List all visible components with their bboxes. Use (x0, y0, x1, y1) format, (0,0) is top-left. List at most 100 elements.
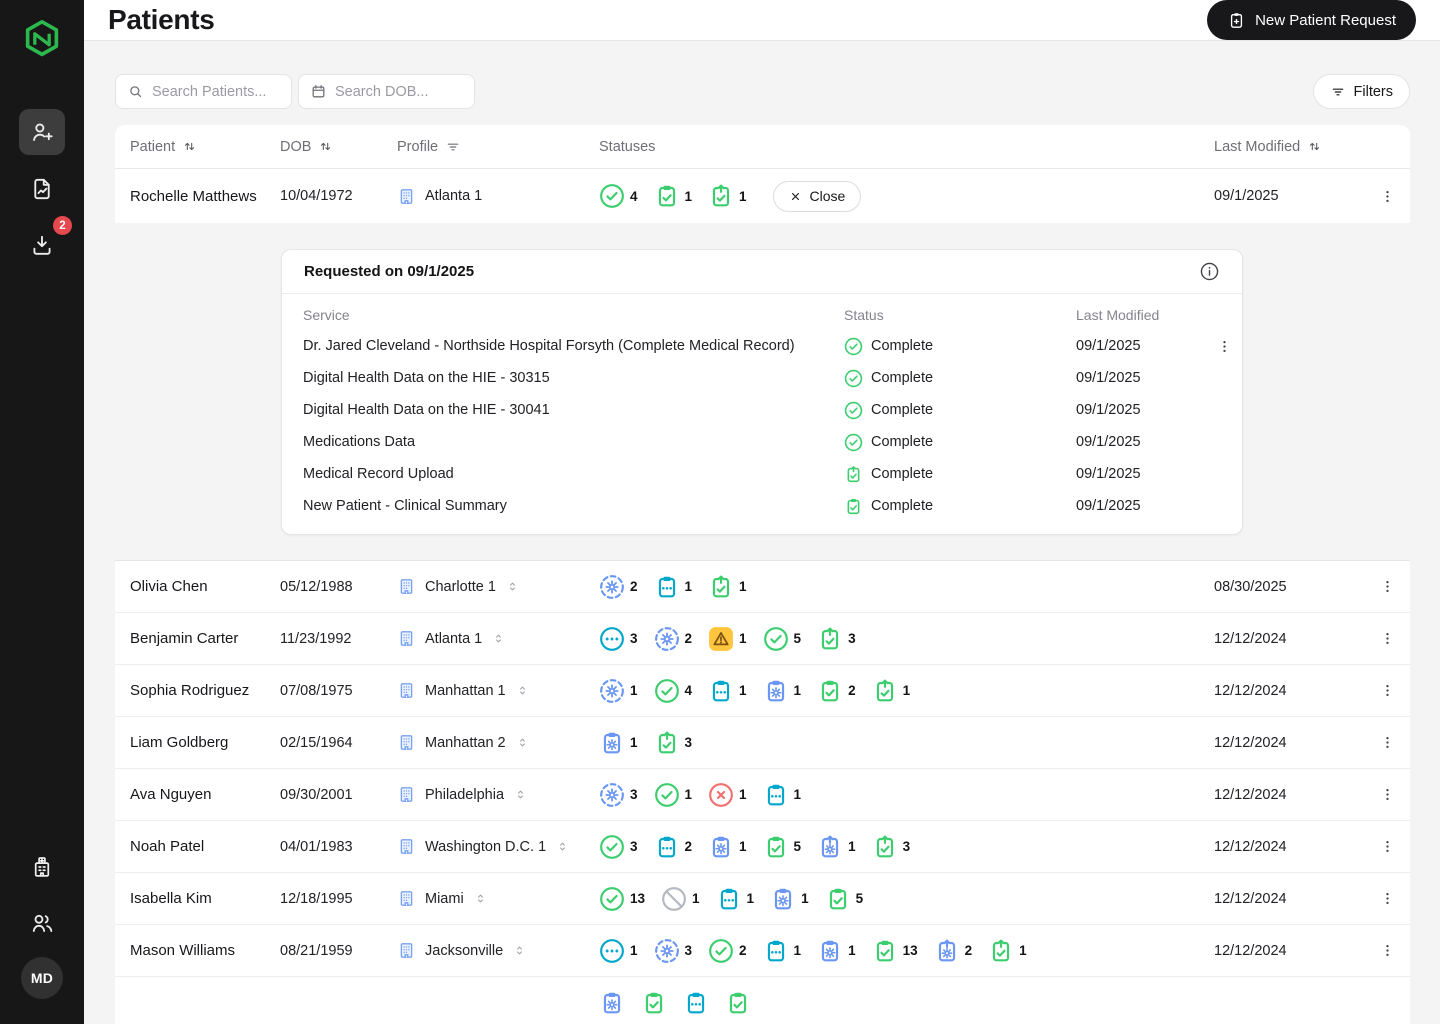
status-clipboard-ellipsis: 1 (708, 678, 747, 704)
clipboard-ellipsis-icon (763, 782, 789, 808)
clipboard-gear-up-icon (817, 834, 843, 860)
status-circle-gear: 2 (654, 626, 693, 652)
patient-name: Isabella Kim (130, 890, 280, 907)
kebab-icon (1379, 578, 1396, 595)
new-patient-request-button[interactable]: New Patient Request (1207, 0, 1416, 40)
user-avatar[interactable]: MD (21, 957, 63, 999)
table-row[interactable]: Isabella Kim12/18/1995Miami13111512/12/2… (115, 873, 1410, 925)
status-count: 5 (794, 839, 802, 854)
patient-dob: 10/04/1972 (280, 188, 397, 204)
table-row[interactable]: Sophia Rodriguez07/08/1975Manhattan 1141… (115, 665, 1410, 717)
row-menu-button[interactable] (1375, 678, 1400, 703)
clipboard-check-icon (725, 990, 751, 1016)
profile-unfold-icon[interactable] (513, 787, 528, 802)
status-circle-check: 4 (654, 678, 693, 704)
last-modified-date: 12/12/2024 (1214, 943, 1364, 959)
status-circle-check: 3 (599, 834, 638, 860)
status-count: 1 (630, 735, 638, 750)
status-count: 1 (685, 787, 693, 802)
sidebar-item-reports[interactable] (19, 166, 65, 212)
search-patients-input[interactable] (152, 84, 280, 100)
sidebar-item-add-patient[interactable] (19, 109, 65, 155)
patient-profile[interactable]: Atlanta 1 (397, 187, 599, 206)
status-circle-check: 4 (599, 183, 638, 209)
close-expanded-button[interactable]: Close (773, 181, 862, 212)
status-count: 3 (848, 631, 856, 646)
row-menu-button[interactable] (1375, 834, 1400, 859)
profile-unfold-icon[interactable] (555, 839, 570, 854)
table-row[interactable]: Olivia Chen05/12/1988Charlotte 121108/30… (115, 561, 1410, 613)
patient-profile[interactable]: Washington D.C. 1 (397, 837, 599, 856)
service-last-modified: 09/1/2025 (1076, 370, 1212, 386)
table-row-partial[interactable] (115, 977, 1410, 1024)
filters-button[interactable]: Filters (1313, 74, 1410, 109)
status-circle-gear: 3 (654, 938, 693, 964)
column-header-profile[interactable]: Profile (397, 139, 599, 155)
patient-name: Mason Williams (130, 942, 280, 959)
info-button[interactable] (1197, 259, 1222, 284)
column-header-last-modified[interactable]: Last Modified (1214, 139, 1364, 155)
patient-profile[interactable]: Miami (397, 889, 599, 908)
service-name: Medications Data (303, 434, 844, 450)
row-menu-button[interactable] (1375, 730, 1400, 755)
clipboard-gear-icon (763, 678, 789, 704)
row-menu-button[interactable] (1375, 626, 1400, 651)
row-menu-button[interactable] (1375, 886, 1400, 911)
services-column-service: Service (303, 307, 844, 323)
warning-icon (708, 626, 734, 652)
profile-unfold-icon[interactable] (473, 891, 488, 906)
status-count: 4 (630, 189, 638, 204)
patient-dob: 11/23/1992 (280, 631, 397, 647)
table-row[interactable]: Ava Nguyen09/30/2001Philadelphia311112/1… (115, 769, 1410, 821)
brand-logo-icon[interactable] (18, 16, 66, 64)
profile-unfold-icon[interactable] (512, 943, 527, 958)
service-row: Digital Health Data on the HIE - 30041Co… (282, 394, 1242, 426)
profile-unfold-icon[interactable] (515, 683, 530, 698)
row-menu-button[interactable] (1375, 184, 1400, 209)
column-header-dob[interactable]: DOB (280, 139, 397, 155)
circle-gear-icon (654, 626, 680, 652)
sidebar-item-team[interactable] (19, 900, 65, 946)
search-dob-input[interactable] (335, 84, 463, 100)
patient-dob: 02/15/1964 (280, 735, 397, 751)
status-clipboard-check-up: 1 (708, 183, 747, 209)
service-last-modified: 09/1/2025 (1076, 434, 1212, 450)
status-count: 1 (794, 943, 802, 958)
kebab-icon (1379, 838, 1396, 855)
profile-unfold-icon[interactable] (491, 631, 506, 646)
clipboard-check-icon (872, 938, 898, 964)
table-row[interactable]: Noah Patel04/01/1983Washington D.C. 1321… (115, 821, 1410, 873)
sidebar-item-downloads[interactable]: 2 (19, 222, 65, 268)
row-menu-button[interactable] (1375, 938, 1400, 963)
table-row[interactable]: Liam Goldberg02/15/1964Manhattan 21312/1… (115, 717, 1410, 769)
users-icon (29, 910, 55, 936)
patient-profile[interactable]: Philadelphia (397, 785, 599, 804)
table-row[interactable]: Benjamin Carter11/23/1992Atlanta 1321531… (115, 613, 1410, 665)
services-header-row: Service Status Last Modified (282, 300, 1242, 330)
profile-unfold-icon[interactable] (505, 579, 520, 594)
expanded-request-section: Requested on 09/1/2025 Service Status La… (115, 223, 1410, 560)
profile-label: Atlanta 1 (425, 188, 482, 204)
services-column-last-modified: Last Modified (1076, 307, 1212, 323)
table-row[interactable]: Mason Williams08/21/1959Jacksonville1321… (115, 925, 1410, 977)
kebab-icon (1216, 338, 1233, 355)
patient-profile[interactable]: Charlotte 1 (397, 577, 599, 596)
clipboard-check-up-icon (817, 626, 843, 652)
row-menu-button[interactable] (1375, 782, 1400, 807)
row-menu-button[interactable] (1375, 574, 1400, 599)
profile-unfold-icon[interactable] (515, 735, 530, 750)
patient-profile[interactable]: Manhattan 1 (397, 681, 599, 700)
patient-profile[interactable]: Atlanta 1 (397, 629, 599, 648)
column-header-patient[interactable]: Patient (130, 139, 280, 155)
status-count: 1 (739, 787, 747, 802)
clipboard-gear-icon (708, 834, 734, 860)
patient-profile[interactable]: Jacksonville (397, 941, 599, 960)
table-row[interactable]: Rochelle Matthews10/04/1972Atlanta 1411C… (115, 169, 1410, 223)
patient-name: Sophia Rodriguez (130, 682, 280, 699)
status-count: 2 (965, 943, 973, 958)
status-clipboard-check: 2 (817, 678, 856, 704)
service-menu-button[interactable] (1212, 334, 1237, 359)
status-circle-x: 1 (708, 782, 747, 808)
sidebar-item-facilities[interactable] (19, 844, 65, 890)
patient-profile[interactable]: Manhattan 2 (397, 733, 599, 752)
